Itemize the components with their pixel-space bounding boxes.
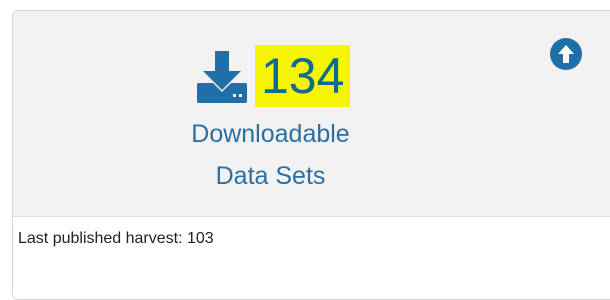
card-label-line1: Downloadable [191,120,350,148]
card-label-line2: Data Sets [215,162,326,190]
download-icon [193,47,251,105]
downloadable-datasets-card: 134 Downloadable Data Sets [12,10,610,300]
dataset-count: 134 [255,45,351,107]
card-body: 134 Downloadable Data Sets [13,11,610,216]
card-footer [13,216,610,299]
collapse-button[interactable] [549,37,583,71]
arrow-circle-up-icon [549,37,583,71]
last-published-harvest: Last published harvest: 103 [18,230,214,247]
stat-row: 134 [193,44,351,108]
